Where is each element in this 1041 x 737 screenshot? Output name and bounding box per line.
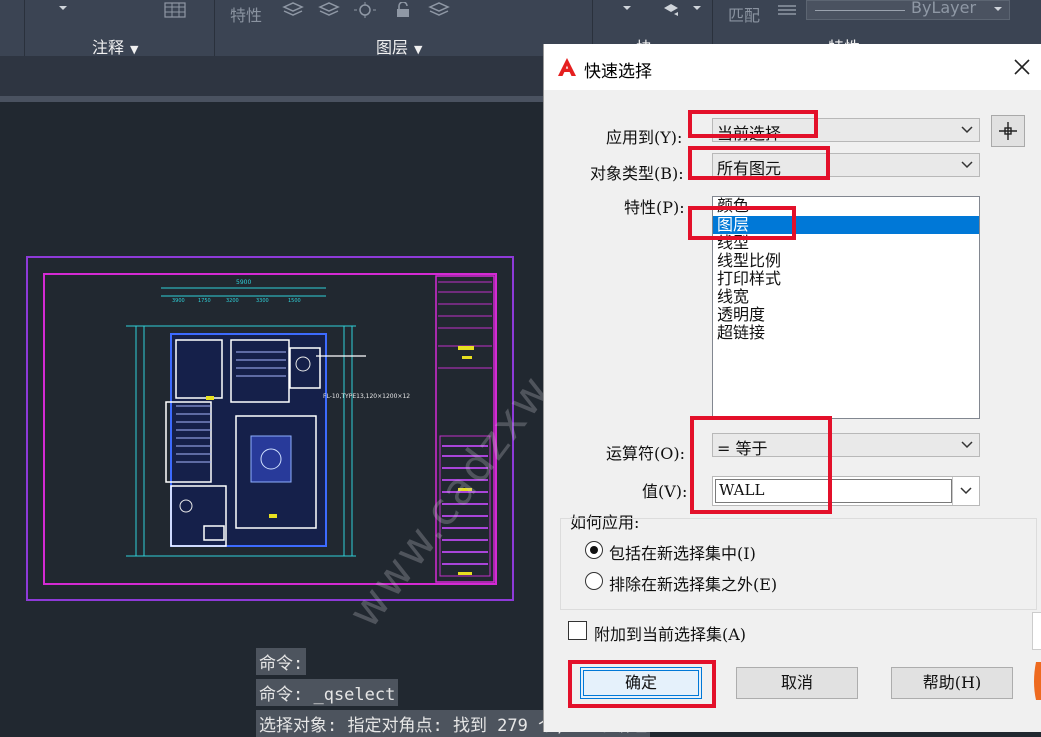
pick-point-icon <box>999 122 1017 140</box>
panel-layers[interactable]: 图层 ▼ <box>376 34 422 58</box>
properties-list[interactable]: 颜色 图层 线型 线型比例 打印样式 线宽 透明度 超链接 <box>712 196 980 419</box>
plan-geometry: 5900 3900 1750 3200 3300 1500 FL-10,TYPE… <box>126 279 410 557</box>
operator-value: = 等于 <box>717 439 768 458</box>
chevron-down-icon <box>960 487 972 495</box>
list-item-lineweight[interactable]: 线宽 <box>713 288 979 306</box>
ribbon-match-text[interactable]: 匹配 <box>728 2 760 26</box>
ribbon-gap <box>0 56 545 96</box>
list-item-hyperlink[interactable]: 超链接 <box>713 324 979 342</box>
panel-annotation[interactable]: 注释 ▼ <box>92 34 138 58</box>
chevron-down-icon <box>961 126 973 134</box>
append-label[interactable]: 附加到当前选择集(A) <box>594 621 746 645</box>
value-dropdown-button[interactable] <box>952 477 979 505</box>
how-to-apply-group: 包括在新选择集中(I) 排除在新选择集之外(E) <box>560 518 1037 610</box>
ribbon-separator <box>214 0 215 56</box>
close-icon[interactable] <box>1010 55 1034 79</box>
badge-icon <box>1034 662 1041 700</box>
operator-select[interactable]: = 等于 <box>712 433 980 458</box>
list-item-linetype[interactable]: 线型 <box>713 234 979 252</box>
svg-text:FL-10,TYPE13,120×1200×12: FL-10,TYPE13,120×1200×12 <box>323 393 410 400</box>
floor-plan-drawing[interactable]: 5900 3900 1750 3200 3300 1500 FL-10,TYPE… <box>26 256 516 604</box>
layer-icon[interactable] <box>282 2 304 18</box>
dialog-title-bar[interactable]: 快速选择 <box>544 44 1041 90</box>
exclude-label[interactable]: 排除在新选择集之外(E) <box>609 571 777 595</box>
list-item-color[interactable]: 颜色 <box>713 197 979 215</box>
chevron-down-icon[interactable] <box>690 2 704 18</box>
value-label: 值(V): <box>642 482 688 501</box>
apply-to-label: 应用到(Y): <box>606 128 683 147</box>
properties-label: 特性(P): <box>624 198 685 217</box>
chevron-down-icon <box>994 7 1002 11</box>
layer-icon[interactable] <box>354 2 376 18</box>
object-type-label: 对象类型(B): <box>590 164 684 183</box>
svg-text:1750: 1750 <box>198 298 211 304</box>
title-block <box>435 275 495 583</box>
include-label[interactable]: 包括在新选择集中(I) <box>609 540 756 564</box>
focus-ring <box>583 670 699 696</box>
append-checkbox[interactable] <box>568 621 587 640</box>
quick-select-dialog: 快速选择 应用到(Y): 当前选择 对象类型(B): 所有图元 特性(P): 颜… <box>543 44 1041 732</box>
ribbon-properties-text: 特性 <box>230 6 263 25</box>
value-text-box[interactable]: WALL <box>715 479 952 503</box>
autocad-logo-icon <box>558 58 576 76</box>
command-line-1: 命令: <box>256 648 307 675</box>
edge-widget <box>1032 612 1041 650</box>
help-button[interactable]: 帮助(H) <box>891 667 1013 699</box>
dialog-title: 快速选择 <box>584 62 652 82</box>
svg-text:3200: 3200 <box>226 298 239 304</box>
apply-to-value: 当前选择 <box>717 124 782 143</box>
object-type-select[interactable]: 所有图元 <box>712 153 980 178</box>
ok-button[interactable]: 确定 <box>580 667 702 699</box>
svg-text:3300: 3300 <box>256 298 269 304</box>
chevron-down-icon[interactable] <box>620 2 634 18</box>
svg-text:3900: 3900 <box>172 298 185 304</box>
list-item-linetype-scale[interactable]: 线型比例 <box>713 252 979 270</box>
command-line-2: 命令: _qselect <box>256 679 399 706</box>
chevron-down-icon <box>961 161 973 169</box>
list-item-transparency[interactable]: 透明度 <box>713 306 979 324</box>
value-text: WALL <box>719 481 765 499</box>
bylayer-dropdown[interactable]: ByLayer <box>806 0 1010 20</box>
radio-dot <box>590 546 598 554</box>
line-sample <box>815 10 905 11</box>
cancel-button[interactable]: 取消 <box>736 667 858 699</box>
chevron-down-icon <box>961 441 973 449</box>
object-type-value: 所有图元 <box>717 159 782 178</box>
exclude-radio[interactable] <box>585 572 603 590</box>
value-input[interactable]: WALL <box>712 476 980 506</box>
svg-text:5900: 5900 <box>236 279 251 286</box>
include-radio[interactable] <box>585 541 603 559</box>
bylayer-text: ByLayer <box>911 0 977 17</box>
table-icon[interactable] <box>164 2 186 18</box>
apply-to-select[interactable]: 当前选择 <box>712 118 980 143</box>
block-icon[interactable] <box>660 2 682 18</box>
lineweight-icon <box>778 5 796 15</box>
list-item-layer[interactable]: 图层 <box>713 216 979 234</box>
layer-icon[interactable] <box>318 2 340 18</box>
chevron-down-icon[interactable] <box>56 2 70 18</box>
ribbon-separator <box>24 0 25 56</box>
svg-text:1500: 1500 <box>288 298 301 304</box>
list-item-plot-style[interactable]: 打印样式 <box>713 270 979 288</box>
select-objects-button[interactable] <box>991 115 1025 147</box>
lock-icon[interactable] <box>392 2 414 18</box>
operator-label: 运算符(O): <box>606 444 685 463</box>
layer-icon[interactable] <box>428 2 450 18</box>
